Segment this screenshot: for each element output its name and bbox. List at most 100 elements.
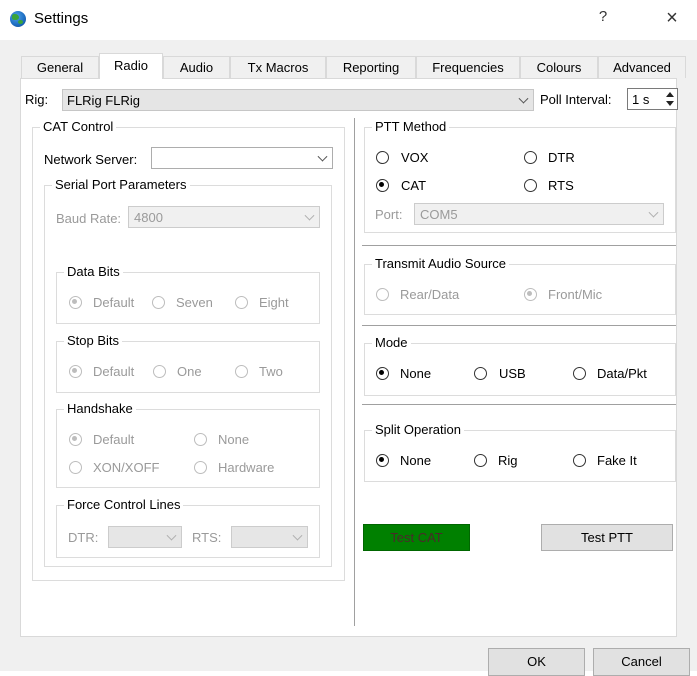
tab-radio[interactable]: Radio — [99, 53, 163, 79]
ptt-port-select[interactable]: COM5 — [414, 203, 664, 225]
divider-line — [362, 245, 676, 246]
data-bits-eight-radio[interactable] — [235, 296, 248, 309]
network-server-label: Network Server: — [44, 152, 138, 167]
baud-rate-select[interactable]: 4800 — [128, 206, 320, 228]
divider-line — [362, 325, 676, 326]
handshake-default-radio[interactable] — [69, 433, 82, 446]
help-button[interactable]: ? — [593, 8, 613, 28]
force-control-title: Force Control Lines — [64, 497, 184, 513]
rig-label: Rig: — [25, 92, 49, 107]
handshake-xonxoff-radio[interactable] — [69, 461, 82, 474]
stop-bits-one-label: One — [177, 364, 202, 379]
baud-rate-value: 4800 — [134, 210, 163, 225]
split-rig-radio[interactable] — [474, 454, 487, 467]
cancel-button[interactable]: Cancel — [593, 648, 690, 676]
handshake-title: Handshake — [64, 401, 136, 417]
window-title: Settings — [34, 10, 89, 27]
rig-select[interactable]: FLRig FLRig — [62, 89, 534, 111]
tab-frequencies[interactable]: Frequencies — [416, 56, 520, 78]
ptt-cat-label: CAT — [401, 178, 427, 193]
handshake-xonxoff-label: XON/XOFF — [93, 460, 160, 475]
stop-bits-title: Stop Bits — [64, 333, 123, 349]
tab-general[interactable]: General — [21, 56, 99, 78]
audio-rear-label: Rear/Data — [400, 287, 460, 302]
chevron-down-icon — [304, 210, 315, 221]
rts-select[interactable] — [231, 526, 308, 548]
stop-bits-default-radio[interactable] — [69, 365, 82, 378]
divider-line — [362, 404, 676, 405]
rig-value: FLRig FLRig — [67, 93, 140, 108]
chevron-down-icon — [648, 207, 659, 218]
cat-control-title: CAT Control — [40, 119, 117, 135]
tab-advanced[interactable]: Advanced — [598, 56, 686, 78]
serial-port-title: Serial Port Parameters — [52, 177, 190, 193]
poll-interval-value: 1 s — [632, 92, 650, 107]
ptt-rts-radio[interactable] — [524, 179, 537, 192]
split-fakeit-radio[interactable] — [573, 454, 586, 467]
mode-datapkt-radio[interactable] — [573, 367, 586, 380]
ptt-vox-radio[interactable] — [376, 151, 389, 164]
data-bits-title: Data Bits — [64, 264, 123, 280]
baud-rate-label: Baud Rate: — [56, 211, 122, 226]
data-bits-default-label: Default — [93, 295, 135, 310]
tab-colours[interactable]: Colours — [520, 56, 598, 78]
test-cat-button[interactable]: Test CAT — [363, 524, 470, 551]
data-bits-seven-radio[interactable] — [152, 296, 165, 309]
data-bits-eight-label: Eight — [259, 295, 289, 310]
split-rig-label: Rig — [498, 453, 518, 468]
handshake-hardware-label: Hardware — [218, 460, 275, 475]
chevron-down-icon — [518, 93, 529, 104]
mode-usb-radio[interactable] — [474, 367, 487, 380]
handshake-group: Handshake — [56, 401, 320, 488]
mode-none-label: None — [400, 366, 432, 381]
ptt-dtr-label: DTR — [548, 150, 575, 165]
tab-audio[interactable]: Audio — [163, 56, 230, 78]
poll-interval-label: Poll Interval: — [540, 92, 612, 107]
ptt-cat-radio[interactable] — [376, 179, 389, 192]
poll-interval-spinner[interactable]: 1 s — [627, 88, 678, 110]
dtr-select[interactable] — [108, 526, 182, 548]
spin-arrows-icon[interactable] — [665, 91, 675, 107]
handshake-none-radio[interactable] — [194, 433, 207, 446]
ptt-rts-label: RTS — [548, 178, 574, 193]
audio-front-radio[interactable] — [524, 288, 537, 301]
tab-tx-macros[interactable]: Tx Macros — [230, 56, 326, 78]
close-button[interactable]: × — [660, 6, 684, 30]
ptt-method-title: PTT Method — [372, 119, 450, 135]
audio-front-label: Front/Mic — [548, 287, 603, 302]
stop-bits-default-label: Default — [93, 364, 135, 379]
split-none-label: None — [400, 453, 432, 468]
tab-reporting[interactable]: Reporting — [326, 56, 416, 78]
handshake-none-label: None — [218, 432, 250, 447]
handshake-default-label: Default — [93, 432, 135, 447]
split-operation-title: Split Operation — [372, 422, 464, 438]
test-ptt-button[interactable]: Test PTT — [541, 524, 673, 551]
vertical-divider — [354, 118, 355, 626]
chevron-down-icon — [166, 530, 177, 541]
ok-button[interactable]: OK — [488, 648, 585, 676]
network-server-select[interactable] — [151, 147, 333, 169]
data-bits-default-radio[interactable] — [69, 296, 82, 309]
mode-usb-label: USB — [499, 366, 526, 381]
chevron-down-icon — [292, 530, 303, 541]
ptt-port-label: Port: — [375, 207, 403, 222]
ptt-port-value: COM5 — [420, 207, 458, 222]
stop-bits-two-radio[interactable] — [235, 365, 248, 378]
mode-title: Mode — [372, 335, 411, 351]
audio-source-title: Transmit Audio Source — [372, 256, 510, 272]
ptt-vox-label: VOX — [401, 150, 429, 165]
chevron-down-icon — [317, 151, 328, 162]
data-bits-seven-label: Seven — [176, 295, 213, 310]
mode-none-radio[interactable] — [376, 367, 389, 380]
stop-bits-one-radio[interactable] — [153, 365, 166, 378]
dtr-label: DTR: — [68, 530, 99, 545]
stop-bits-two-label: Two — [259, 364, 283, 379]
ptt-dtr-radio[interactable] — [524, 151, 537, 164]
handshake-hardware-radio[interactable] — [194, 461, 207, 474]
mode-datapkt-label: Data/Pkt — [597, 366, 647, 381]
audio-rear-radio[interactable] — [376, 288, 389, 301]
split-fakeit-label: Fake It — [597, 453, 637, 468]
split-none-radio[interactable] — [376, 454, 389, 467]
app-globe-icon — [10, 11, 26, 27]
rts-label: RTS: — [192, 530, 222, 545]
